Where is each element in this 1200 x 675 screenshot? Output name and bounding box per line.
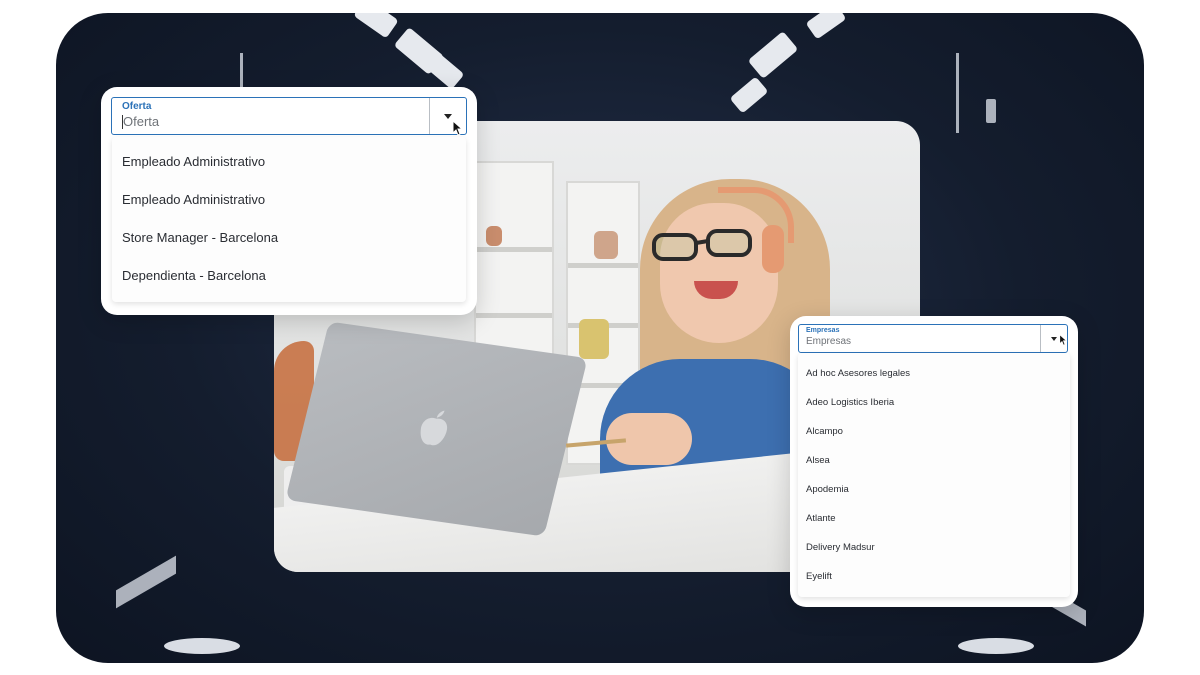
oferta-options-list: Empleado Administrativo Empleado Adminis… xyxy=(112,137,466,302)
wall-light-strip xyxy=(116,555,176,609)
empresas-option[interactable]: Atlante xyxy=(798,504,1070,533)
oferta-label: Oferta xyxy=(122,101,152,112)
empresas-label: Empresas xyxy=(806,327,840,334)
empresas-placeholder[interactable]: Empresas xyxy=(806,336,851,347)
ceiling-light-panel xyxy=(353,13,399,39)
vase xyxy=(486,226,502,246)
empresas-dropdown-card: Empresas Empresas Ad hoc Asesores legale… xyxy=(790,316,1078,607)
mouse-pointer-icon xyxy=(452,120,464,136)
headphones-cup xyxy=(762,225,784,273)
empresas-options-list: Ad hoc Asesores legales Adeo Logistics I… xyxy=(798,353,1070,597)
oferta-placeholder[interactable]: Oferta xyxy=(123,114,159,129)
oferta-option[interactable]: Empleado Administrativo xyxy=(112,142,466,180)
mouse-pointer-icon xyxy=(1059,334,1068,346)
empresas-option[interactable]: Apodemia xyxy=(798,475,1070,504)
empresas-option[interactable]: Eyelift xyxy=(798,562,1070,591)
ceiling-light-panel xyxy=(805,13,847,40)
oferta-option[interactable]: Dependienta - Barcelona xyxy=(112,256,466,294)
caret-down-icon xyxy=(444,113,452,119)
ceiling-light-panel xyxy=(747,31,799,79)
oferta-option[interactable]: Empleado Administrativo xyxy=(112,180,466,218)
floor-light xyxy=(164,638,240,654)
ceiling-light-panel xyxy=(729,76,769,114)
apple-logo-icon xyxy=(420,410,448,446)
wall-light-strip xyxy=(986,99,996,123)
laptop xyxy=(285,321,588,537)
empresas-option[interactable]: Ad hoc Asesores legales xyxy=(798,359,1070,388)
oferta-option[interactable]: Store Manager - Barcelona xyxy=(112,218,466,256)
vase xyxy=(594,231,618,259)
oferta-select[interactable]: Oferta Oferta xyxy=(111,97,467,136)
empresas-option[interactable]: Adeo Logistics Iberia xyxy=(798,388,1070,417)
books xyxy=(579,319,609,359)
empresas-option[interactable]: Delivery Madsur xyxy=(798,533,1070,562)
floor-light xyxy=(958,638,1034,654)
oferta-dropdown-card: Oferta Oferta Empleado Administrativo Em… xyxy=(101,87,477,315)
wall-light-strip xyxy=(956,53,959,133)
empresas-option[interactable]: Alsea xyxy=(798,446,1070,475)
caret-down-icon xyxy=(1051,336,1057,341)
empresas-option[interactable]: Alcampo xyxy=(798,417,1070,446)
empresas-select[interactable]: Empresas Empresas xyxy=(798,324,1068,353)
